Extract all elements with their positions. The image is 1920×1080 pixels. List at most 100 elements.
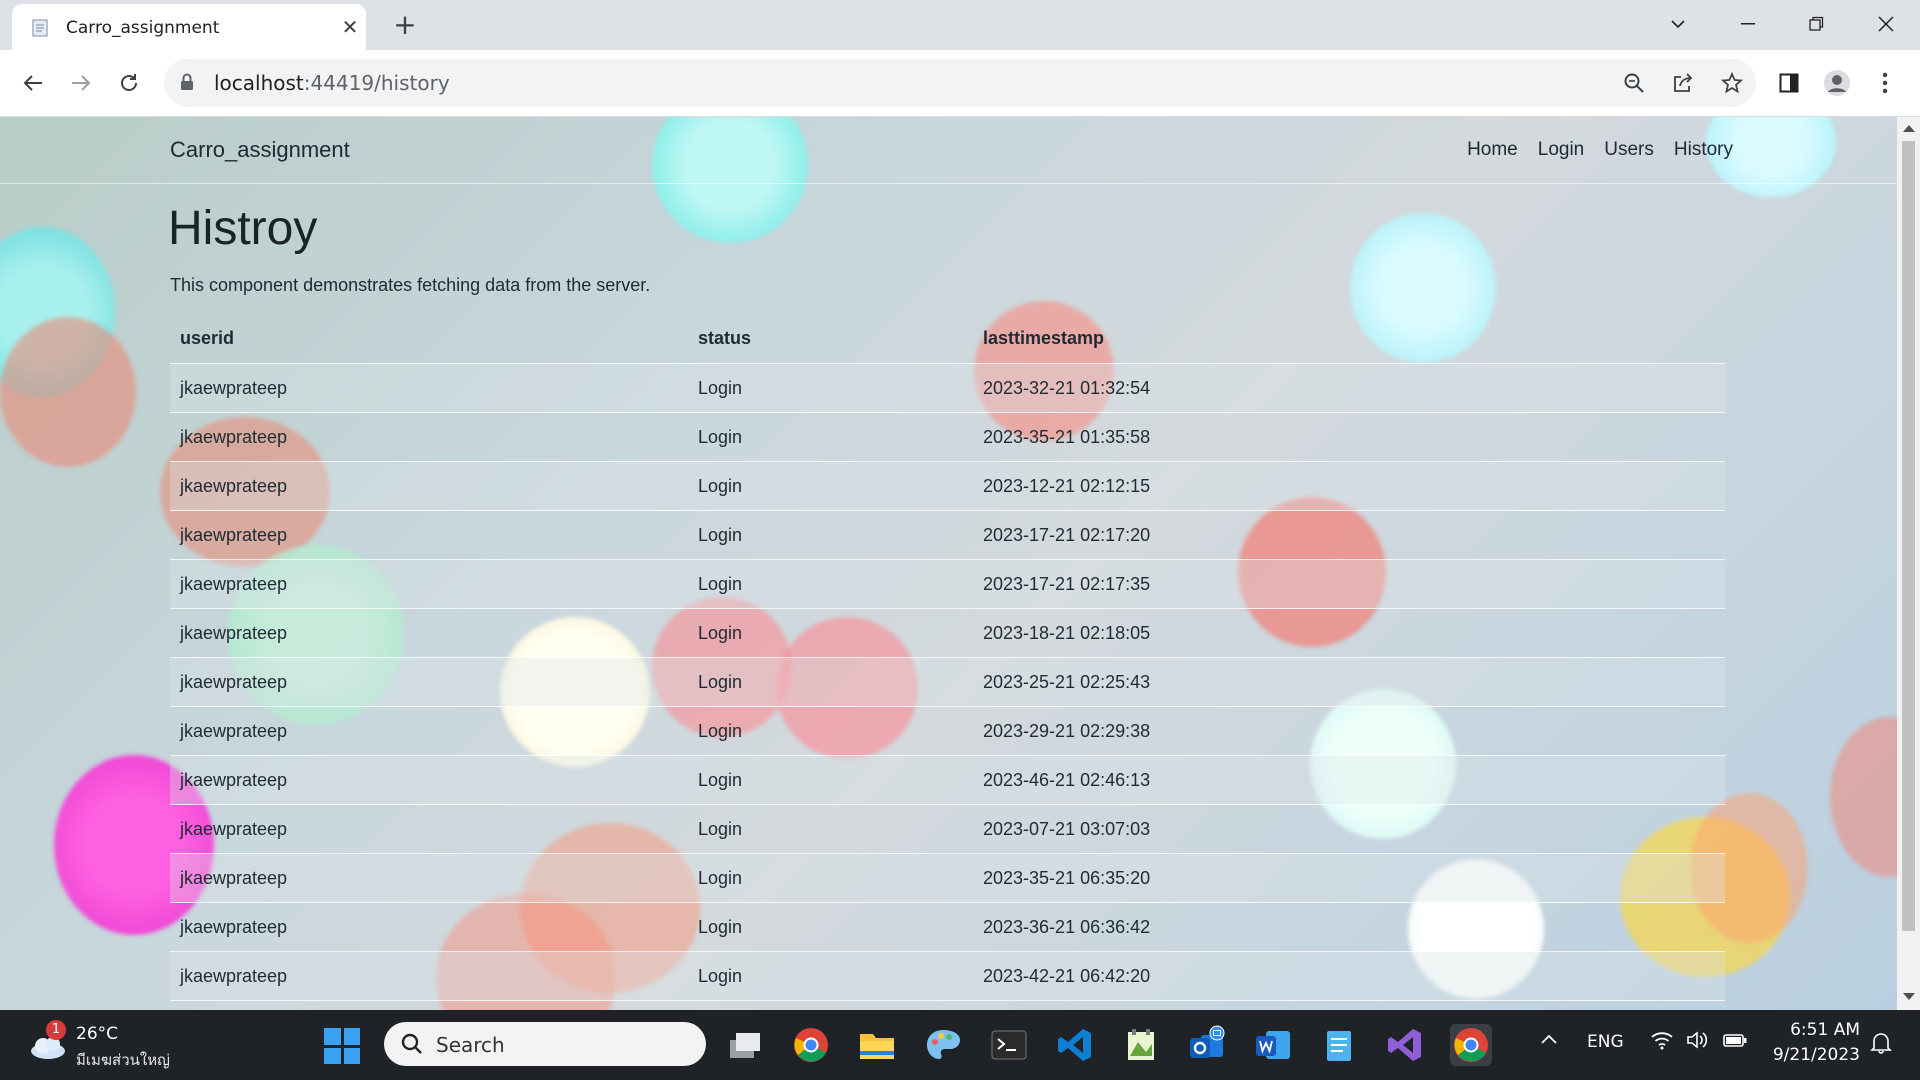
nav-login-link[interactable]: Login (1538, 139, 1585, 161)
zoom-icon[interactable] (1620, 69, 1648, 97)
clock-time: 6:51 AM (1790, 1020, 1860, 1040)
weather-temperature: 26°C (76, 1024, 119, 1044)
nav-links: Home Login Users History (1467, 139, 1733, 161)
tab-title: Carro_assignment (66, 18, 220, 38)
windows-taskbar: 1 26°C มีเมฆส่วนใหญ่ Search ENG 6:51 AM … (0, 1010, 1920, 1080)
wifi-icon[interactable] (1650, 1030, 1674, 1055)
table-row: jkaewprateep Login 2023-36-21 06:36:42 (170, 902, 1725, 952)
cell-userid: jkaewprateep (170, 363, 688, 413)
volume-icon[interactable] (1686, 1030, 1708, 1055)
table-row: jkaewprateep Login 2023-35-21 06:35:20 (170, 853, 1725, 903)
notification-center-icon[interactable] (1870, 1032, 1892, 1059)
nav-history-link[interactable]: History (1674, 139, 1733, 161)
cell-lasttimestamp: 2023-35-21 01:35:58 (973, 412, 1725, 462)
cell-status: Login (688, 559, 973, 609)
nav-users-link[interactable]: Users (1604, 139, 1654, 161)
chrome-active-app-icon[interactable] (1450, 1024, 1492, 1066)
browser-menu-icon[interactable] (1866, 64, 1904, 102)
minimize-button[interactable] (1718, 6, 1778, 42)
notepad-plus-icon[interactable] (1120, 1024, 1162, 1066)
cell-userid: jkaewprateep (170, 608, 688, 658)
cell-userid: jkaewprateep (170, 559, 688, 609)
column-header-lasttimestamp: lasttimestamp (973, 313, 1725, 364)
cloud-icon (28, 1034, 68, 1064)
profile-avatar-icon[interactable] (1818, 64, 1856, 102)
show-hidden-icons-chevron-icon[interactable] (1540, 1030, 1558, 1050)
file-explorer-icon[interactable] (856, 1024, 898, 1066)
cell-lasttimestamp: 2023-32-21 01:32:54 (973, 363, 1725, 413)
address-bar[interactable]: localhost:44419/history (164, 59, 1756, 107)
scroll-up-arrow-icon[interactable] (1903, 125, 1915, 132)
scrollbar-thumb[interactable] (1902, 141, 1915, 931)
weather-widget[interactable]: 1 26°C มีเมฆส่วนใหญ่ (24, 1020, 184, 1070)
table-row: jkaewprateep Login 2023-35-21 01:35:58 (170, 412, 1725, 462)
forward-arrow-icon[interactable] (62, 64, 100, 102)
cell-userid: jkaewprateep (170, 706, 688, 756)
column-header-status: status (688, 313, 973, 364)
task-view-icon[interactable] (724, 1024, 766, 1066)
vscode-app-icon[interactable] (1054, 1024, 1096, 1066)
page-favicon-icon (30, 18, 50, 38)
back-arrow-icon[interactable] (14, 64, 52, 102)
table-row: jkaewprateep Login 2023-46-21 02:46:13 (170, 755, 1725, 805)
history-table: userid status lasttimestamp jkaewprateep… (170, 313, 1725, 1001)
cell-lasttimestamp: 2023-18-21 02:18:05 (973, 608, 1725, 658)
word-app-icon[interactable] (1252, 1024, 1294, 1066)
taskbar-clock[interactable]: 6:51 AM 9/21/2023 (1773, 1018, 1860, 1068)
new-tab-button[interactable]: + (390, 10, 420, 40)
cell-lasttimestamp: 2023-12-21 02:12:15 (973, 461, 1725, 511)
nav-home-link[interactable]: Home (1467, 139, 1518, 161)
cell-userid: jkaewprateep (170, 853, 688, 903)
terminal-app-icon[interactable] (988, 1024, 1030, 1066)
weather-notification-badge: 1 (46, 1020, 66, 1040)
browser-tab[interactable]: Carro_assignment ✕ (12, 4, 366, 50)
cell-userid: jkaewprateep (170, 412, 688, 462)
weather-condition: มีเมฆส่วนใหญ่ (76, 1051, 170, 1069)
cell-status: Login (688, 706, 973, 756)
chrome-app-icon[interactable] (790, 1024, 832, 1066)
table-row: jkaewprateep Login 2023-07-21 03:07:03 (170, 804, 1725, 854)
close-window-button[interactable] (1856, 6, 1916, 42)
table-row: jkaewprateep Login 2023-17-21 02:17:35 (170, 559, 1725, 609)
site-brand-link[interactable]: Carro_assignment (170, 137, 350, 163)
cell-status: Login (688, 804, 973, 854)
battery-icon[interactable] (1722, 1030, 1748, 1055)
page-viewport: Carro_assignment Home Login Users Histor… (0, 117, 1897, 1010)
input-language-indicator[interactable]: ENG (1587, 1032, 1624, 1052)
share-icon[interactable] (1669, 69, 1697, 97)
cell-status: Login (688, 412, 973, 462)
restore-button[interactable] (1786, 6, 1846, 42)
table-row: jkaewprateep Login 2023-12-21 02:12:15 (170, 461, 1725, 511)
side-panel-icon[interactable] (1770, 64, 1808, 102)
cell-userid: jkaewprateep (170, 510, 688, 560)
cell-status: Login (688, 755, 973, 805)
cell-lasttimestamp: 2023-35-21 06:35:20 (973, 853, 1725, 903)
cell-lasttimestamp: 2023-46-21 02:46:13 (973, 755, 1725, 805)
tab-search-icon[interactable] (1648, 6, 1708, 42)
page-scrollbar[interactable] (1897, 117, 1920, 1010)
paint-app-icon[interactable] (922, 1024, 964, 1066)
cell-lasttimestamp: 2023-36-21 06:36:42 (973, 902, 1725, 952)
close-tab-icon[interactable]: ✕ (337, 14, 363, 40)
table-row: jkaewprateep Login 2023-17-21 02:17:20 (170, 510, 1725, 560)
windows-start-icon[interactable] (324, 1028, 360, 1064)
cell-status: Login (688, 510, 973, 560)
cell-status: Login (688, 608, 973, 658)
scroll-down-arrow-icon[interactable] (1903, 993, 1915, 1000)
cell-status: Login (688, 902, 973, 952)
url-text: localhost:44419/history (214, 71, 450, 95)
table-row: jkaewprateep Login 2023-25-21 02:25:43 (170, 657, 1725, 707)
taskbar-search-box[interactable]: Search (384, 1022, 706, 1066)
cell-lasttimestamp: 2023-29-21 02:29:38 (973, 706, 1725, 756)
search-placeholder: Search (436, 1033, 505, 1057)
table-header-row: userid status lasttimestamp (170, 313, 1725, 364)
reload-icon[interactable] (110, 64, 148, 102)
notepad-app-icon[interactable] (1318, 1024, 1360, 1066)
bookmark-star-icon[interactable] (1718, 69, 1746, 97)
lock-icon[interactable] (180, 73, 194, 95)
cell-userid: jkaewprateep (170, 657, 688, 707)
visual-studio-icon[interactable] (1384, 1024, 1426, 1066)
table-row: jkaewprateep Login 2023-42-21 06:42:20 (170, 951, 1725, 1001)
table-row: jkaewprateep Login 2023-29-21 02:29:38 (170, 706, 1725, 756)
outlook-app-icon[interactable] (1186, 1024, 1228, 1066)
